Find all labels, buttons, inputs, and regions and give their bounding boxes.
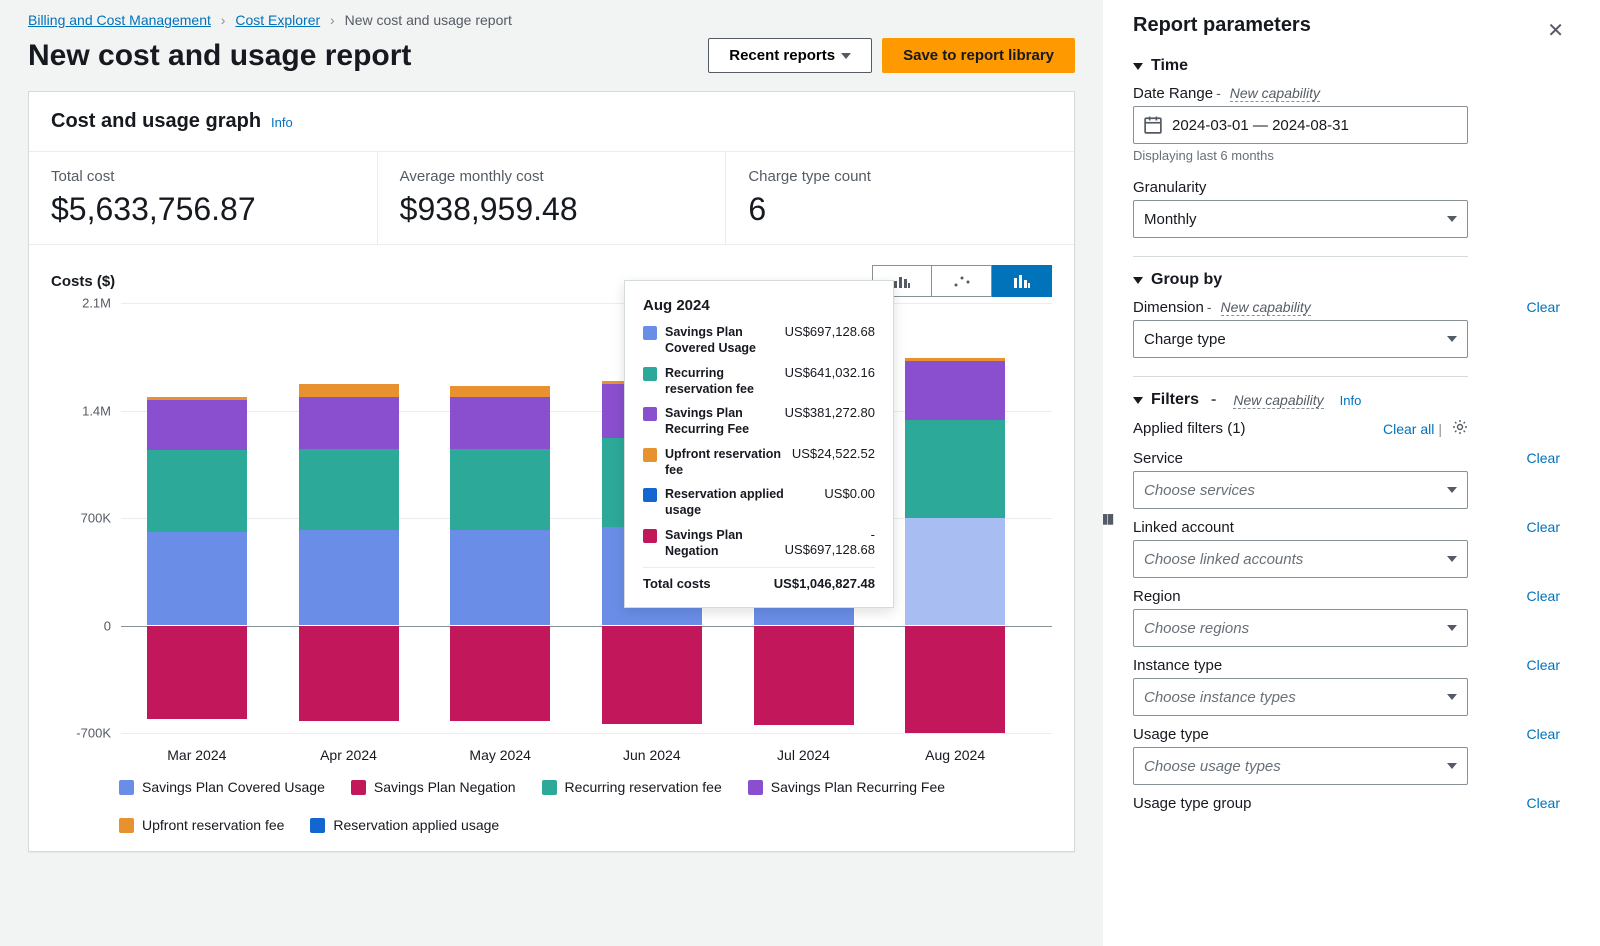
stacked-bar-icon (1013, 274, 1031, 288)
save-report-button[interactable]: Save to report library (882, 38, 1075, 73)
filter-clear[interactable]: Clear (1527, 519, 1560, 535)
chevron-down-icon (1133, 63, 1143, 70)
filter-label: Service (1133, 450, 1183, 467)
y-axis-tick: 1.4M (51, 403, 111, 418)
breadcrumb: Billing and Cost Management › Cost Explo… (0, 0, 1103, 32)
calendar-icon (1144, 116, 1162, 134)
section-groupby[interactable]: Group by (1133, 271, 1560, 289)
x-axis-label: Mar 2024 (167, 747, 226, 763)
tooltip-month: Aug 2024 (643, 297, 875, 314)
filters-info-link[interactable]: Info (1340, 393, 1362, 408)
filter-select[interactable]: Choose services (1133, 471, 1468, 509)
section-filters[interactable]: Filters - New capability Info (1133, 391, 1560, 409)
filter-label: Usage type (1133, 726, 1209, 743)
view-line-button[interactable] (932, 265, 992, 297)
date-range-hint: Displaying last 6 months (1133, 148, 1560, 163)
chevron-down-icon (1447, 216, 1457, 222)
close-panel-button[interactable]: ✕ (1547, 18, 1564, 43)
avg-cost-label: Average monthly cost (400, 168, 704, 185)
tooltip-total-value: US$1,046,827.48 (774, 576, 875, 591)
filter-label: Linked account (1133, 519, 1234, 536)
y-axis-tick: 2.1M (51, 296, 111, 311)
charge-type-count-value: 6 (748, 191, 1052, 228)
gear-icon[interactable] (1452, 419, 1468, 438)
card-info-link[interactable]: Info (271, 115, 293, 130)
report-parameters-panel: ▮▮ ✕ Report parameters Time Date Range -… (1103, 0, 1600, 946)
tooltip-row: Reservation applied usageUS$0.00 (643, 486, 875, 519)
dimension-select[interactable]: Charge type (1133, 320, 1468, 358)
new-capability-badge[interactable]: New capability (1233, 392, 1323, 409)
chart-legend: Savings Plan Covered Usage Savings Plan N… (29, 773, 1074, 851)
card-title: Cost and usage graph (51, 110, 261, 133)
x-axis-label: Aug 2024 (925, 747, 985, 763)
date-range-label: Date Range (1133, 85, 1213, 102)
chevron-down-icon (1133, 397, 1143, 404)
new-capability-badge[interactable]: New capability (1230, 85, 1320, 102)
tooltip-row: Savings Plan Recurring FeeUS$381,272.80 (643, 405, 875, 438)
bar-chart-icon (893, 274, 911, 288)
x-axis-label: Jul 2024 (777, 747, 830, 763)
legend-item[interactable]: Reservation applied usage (310, 817, 499, 833)
chevron-down-icon (1447, 336, 1457, 342)
granularity-label: Granularity (1133, 179, 1206, 196)
clear-all-filters[interactable]: Clear all (1383, 421, 1434, 437)
x-axis-label: Apr 2024 (320, 747, 377, 763)
cost-chart[interactable]: 2.1M1.4M700K0-700KMar 2024Apr 2024May 20… (51, 303, 1052, 763)
chevron-down-icon (1133, 277, 1143, 284)
filter-clear[interactable]: Clear (1527, 726, 1560, 742)
legend-item[interactable]: Recurring reservation fee (542, 779, 722, 795)
panel-title: Report parameters (1133, 14, 1560, 37)
x-axis-label: May 2024 (469, 747, 530, 763)
recent-reports-button[interactable]: Recent reports (708, 38, 872, 73)
filter-select[interactable]: Choose regions (1133, 609, 1468, 647)
legend-item[interactable]: Savings Plan Negation (351, 779, 516, 795)
panel-collapse-handle[interactable]: ▮▮ (1103, 510, 1112, 527)
filter-select[interactable]: Choose linked accounts (1133, 540, 1468, 578)
filter-clear[interactable]: Clear (1527, 588, 1560, 604)
total-cost-value: $5,633,756.87 (51, 191, 355, 228)
view-stacked-button[interactable] (992, 265, 1052, 297)
filter-clear[interactable]: Clear (1527, 795, 1560, 811)
applied-filters-count: Applied filters (1) (1133, 420, 1246, 437)
date-range-picker[interactable]: 2024-03-01 — 2024-08-31 (1133, 106, 1468, 144)
y-axis-tick: 0 (51, 618, 111, 633)
x-axis-label: Jun 2024 (623, 747, 681, 763)
legend-item[interactable]: Upfront reservation fee (119, 817, 284, 833)
cost-usage-card: Cost and usage graph Info Total cost $5,… (28, 91, 1075, 852)
tooltip-total-label: Total costs (643, 576, 774, 591)
charge-type-count-label: Charge type count (748, 168, 1052, 185)
page-title: New cost and usage report (28, 39, 698, 73)
tooltip-row: Savings Plan Negation- US$697,128.68 (643, 527, 875, 560)
breadcrumb-current: New cost and usage report (345, 12, 512, 28)
tooltip-row: Savings Plan Covered UsageUS$697,128.68 (643, 324, 875, 357)
tooltip-row: Recurring reservation feeUS$641,032.16 (643, 365, 875, 398)
new-capability-badge[interactable]: New capability (1221, 299, 1311, 316)
filter-label: Region (1133, 588, 1181, 605)
legend-item[interactable]: Savings Plan Covered Usage (119, 779, 325, 795)
filter-label: Instance type (1133, 657, 1222, 674)
chart-tooltip: Aug 2024 Savings Plan Covered UsageUS$69… (624, 280, 894, 608)
line-chart-icon (953, 274, 971, 288)
filter-clear[interactable]: Clear (1527, 657, 1560, 673)
chevron-down-icon (841, 53, 851, 59)
section-time[interactable]: Time (1133, 57, 1560, 75)
y-axis-tick: -700K (51, 726, 111, 741)
granularity-select[interactable]: Monthly (1133, 200, 1468, 238)
total-cost-label: Total cost (51, 168, 355, 185)
dimension-label: Dimension (1133, 299, 1204, 316)
tooltip-row: Upfront reservation feeUS$24,522.52 (643, 446, 875, 479)
y-axis-tick: 700K (51, 511, 111, 526)
legend-item[interactable]: Savings Plan Recurring Fee (748, 779, 945, 795)
filter-label: Usage type group (1133, 795, 1251, 812)
filter-clear[interactable]: Clear (1527, 450, 1560, 466)
breadcrumb-billing[interactable]: Billing and Cost Management (28, 12, 211, 28)
breadcrumb-explorer[interactable]: Cost Explorer (235, 12, 320, 28)
filter-select[interactable]: Choose usage types (1133, 747, 1468, 785)
filter-select[interactable]: Choose instance types (1133, 678, 1468, 716)
avg-cost-value: $938,959.48 (400, 191, 704, 228)
dimension-clear[interactable]: Clear (1527, 299, 1560, 315)
